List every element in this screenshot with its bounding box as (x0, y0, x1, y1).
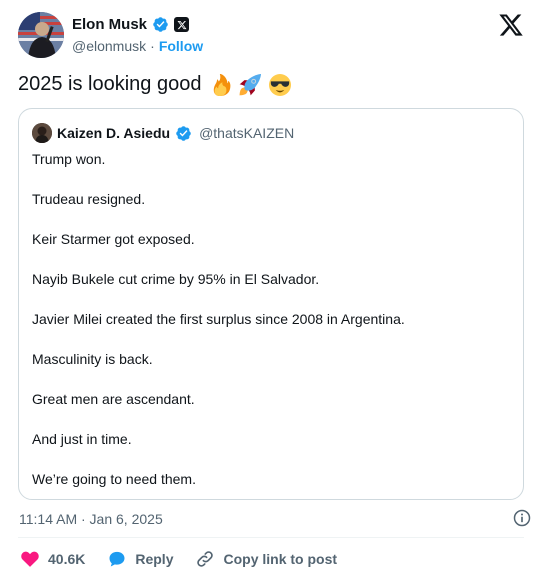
quote-line: Keir Starmer got exposed. (32, 231, 195, 247)
quote-header: Kaizen D. Asiedu @thatsKAIZEN (32, 123, 294, 143)
reply-button[interactable]: Reply (107, 549, 173, 569)
copy-link-label: Copy link to post (223, 551, 338, 567)
author-name[interactable]: Elon Musk (72, 16, 147, 33)
quote-author-name[interactable]: Kaizen D. Asiedu (57, 125, 170, 141)
quote-author-handle[interactable]: @thatsKAIZEN (199, 125, 294, 141)
link-icon (197, 551, 214, 567)
heart-icon (21, 551, 39, 567)
action-bar: 40.6K Reply Copy link to post (20, 549, 359, 569)
tweet-text: 2025 is looking good (18, 73, 292, 96)
author-avatar[interactable] (18, 12, 64, 58)
quote-body: Trump won. Trudeau resigned. Keir Starme… (32, 151, 512, 511)
copy-link-button[interactable]: Copy link to post (195, 549, 337, 569)
sunglasses-emoji-icon (269, 73, 292, 96)
quote-line: Masculinity is back. (32, 351, 153, 367)
quote-line: Trump won. (32, 151, 106, 167)
divider (18, 537, 524, 538)
x-affiliate-icon (174, 17, 190, 32)
follow-button[interactable]: Follow (159, 38, 203, 54)
verified-badge-icon (176, 125, 191, 141)
quote-line: Great men are ascendant. (32, 391, 195, 407)
tweet-timestamp[interactable]: 11:14 AM · Jan 6, 2025 (19, 511, 163, 527)
quote-line: Trudeau resigned. (32, 191, 146, 207)
quote-line: Javier Milei created the first surplus s… (32, 311, 405, 327)
x-logo-icon[interactable] (498, 12, 524, 38)
rocket-emoji-icon (240, 73, 262, 95)
tweet-body: 2025 is looking good (18, 73, 202, 95)
author-name-row: Elon Musk (72, 16, 190, 33)
reply-bubble-icon (109, 551, 125, 567)
quote-line: And just in time. (32, 431, 132, 447)
author-handle[interactable]: @elonmusk (72, 38, 146, 54)
reply-label: Reply (135, 551, 174, 567)
tweet-header: Elon Musk @elonmusk · Follow (16, 10, 524, 60)
quote-author-avatar[interactable] (32, 123, 52, 143)
like-count: 40.6K (48, 551, 86, 567)
author-sub-row: @elonmusk · Follow (72, 38, 203, 54)
quote-line: We’re going to need them. (32, 471, 196, 487)
tweet-card: Elon Musk @elonmusk · Follow 2025 is loo… (0, 0, 540, 570)
info-icon[interactable] (512, 508, 532, 528)
quote-line: Nayib Bukele cut crime by 95% in El Salv… (32, 271, 320, 287)
quoted-tweet[interactable]: Kaizen D. Asiedu @thatsKAIZEN Trump won.… (18, 108, 524, 500)
fire-emoji-icon (214, 73, 231, 96)
verified-badge-icon (153, 17, 168, 32)
like-button[interactable]: 40.6K (20, 549, 85, 569)
separator-dot: · (150, 38, 155, 54)
